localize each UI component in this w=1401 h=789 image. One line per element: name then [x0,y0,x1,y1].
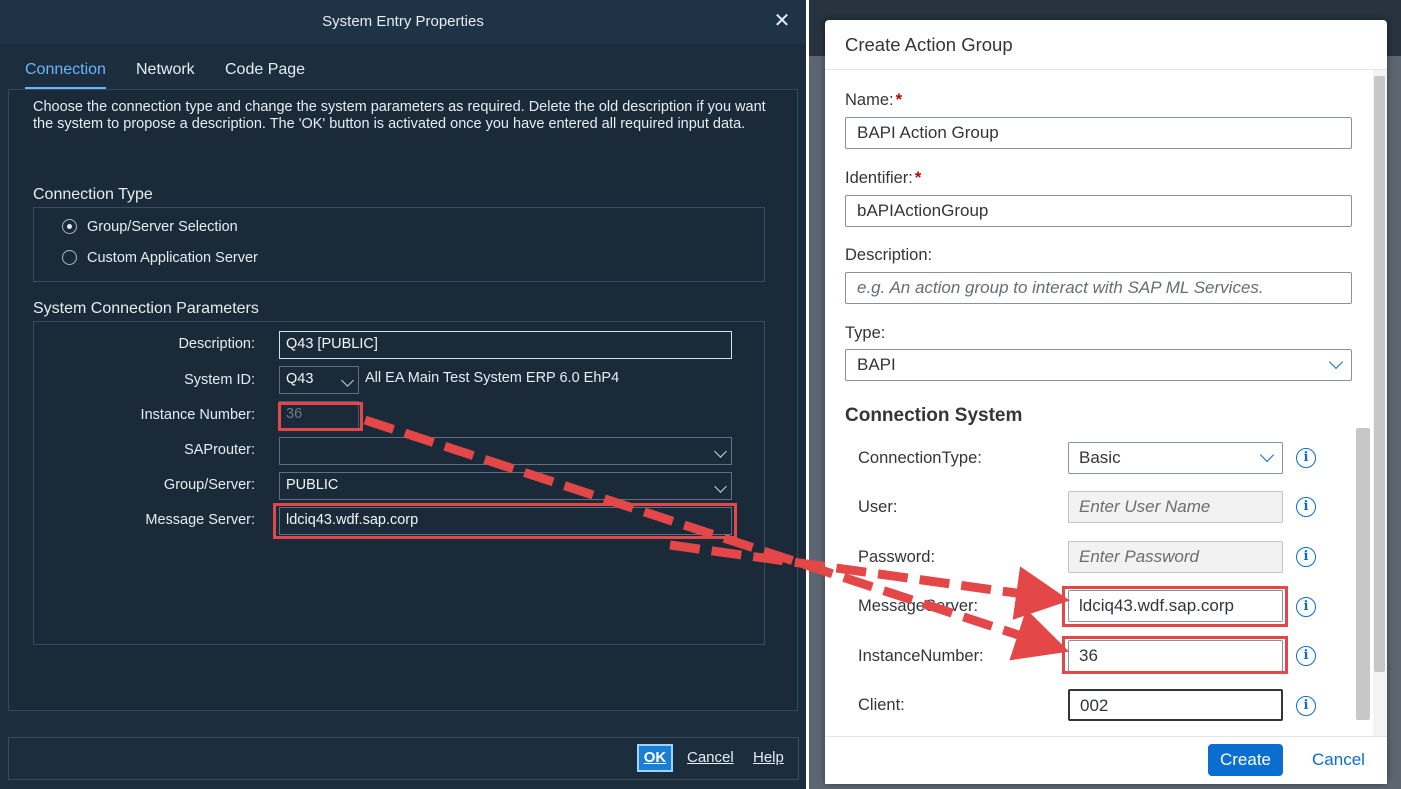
name-label: Name: * [845,91,903,109]
message-server-label: MessageServer: [858,597,979,615]
highlight-instance-number [278,402,363,431]
dialog-footer: OK Cancel Help [8,737,799,780]
chevron-down-icon [1259,447,1275,463]
type-label: Type: [845,324,886,342]
radio-unselected-icon[interactable] [62,250,77,265]
scrollbar-thumb[interactable] [1374,76,1385,672]
saprouter-label: SAProuter: [184,442,255,458]
system-id-value: Q43 [286,371,314,387]
connection-system-heading: Connection System [845,405,1023,426]
required-marker: * [895,91,903,109]
client-label: Client: [858,696,905,714]
description-label: Description: [178,336,255,352]
info-icon[interactable]: i [1296,646,1316,666]
cancel-button[interactable]: Cancel [687,749,734,766]
identifier-label: Identifier: * [845,169,922,187]
dialog-title: Create Action Group [845,34,1013,55]
connection-type-group: Group/Server Selection Custom Applicatio… [33,207,765,282]
create-action-group-dialog: Create Action Group Name: * BAPI Action G… [825,20,1387,784]
help-button[interactable]: Help [753,749,784,766]
connection-type-select[interactable]: Basic [1068,442,1283,474]
radio-selected-icon[interactable] [62,219,77,234]
chevron-down-icon [714,445,727,458]
message-server-label: Message Server: [145,512,255,528]
radio-label: Custom Application Server [87,250,258,266]
system-id-label: System ID: [184,372,255,388]
chevron-down-icon [1328,354,1344,370]
client-input[interactable]: 002 [1068,689,1283,721]
connection-type-value: Basic [1079,448,1121,467]
connection-tab-panel: Choose the connection type and change th… [8,89,798,711]
chevron-down-icon [341,374,354,387]
user-label: User: [858,498,898,516]
cancel-button[interactable]: Cancel [1306,744,1371,776]
dialog-footer: Create Cancel [825,736,1387,784]
password-input[interactable]: Enter Password [1068,541,1283,573]
type-value: BAPI [857,355,896,374]
chevron-down-icon [714,480,727,493]
connection-type-heading: Connection Type [33,186,153,203]
intro-text: Choose the connection type and change th… [33,99,766,132]
close-icon[interactable]: ✕ [772,10,792,32]
saprouter-select[interactable] [279,437,732,465]
header-divider [825,69,1387,70]
info-icon[interactable]: i [1296,497,1316,517]
dialog-title: System Entry Properties [0,0,806,44]
instance-number-label: Instance Number: [140,407,255,423]
tab-network[interactable]: Network [136,60,195,90]
description-label: Description: [845,246,933,264]
connection-type-label: ConnectionType: [858,449,982,467]
ok-button[interactable]: OK [637,744,673,772]
highlight-message-server [1062,586,1288,627]
create-button[interactable]: Create [1208,744,1283,776]
group-server-value: PUBLIC [286,477,339,493]
system-connection-parameters-heading: System Connection Parameters [33,300,259,317]
highlight-instance-number [1062,636,1288,674]
system-name-text: All EA Main Test System ERP 6.0 EhP4 [365,370,620,386]
description-field[interactable]: Q43 [PUBLIC] [279,331,732,359]
instance-number-label: InstanceNumber: [858,647,984,665]
name-input[interactable]: BAPI Action Group [845,117,1352,149]
tab-code-page[interactable]: Code Page [225,60,305,90]
system-entry-properties-dialog: System Entry Properties ✕ Connection Net… [0,0,806,789]
user-input[interactable]: Enter User Name [1068,491,1283,523]
password-label: Password: [858,548,936,566]
tab-connection[interactable]: Connection [25,60,106,90]
identifier-input[interactable]: bAPIActionGroup [845,195,1352,227]
info-icon[interactable]: i [1296,696,1316,716]
group-server-label: Group/Server: [163,477,255,493]
group-server-select[interactable]: PUBLIC [279,472,732,500]
info-icon[interactable]: i [1296,448,1316,468]
info-icon[interactable]: i [1296,547,1316,567]
info-icon[interactable]: i [1296,597,1316,617]
radio-label: Group/Server Selection [87,219,238,235]
inner-scrollbar-thumb[interactable] [1356,428,1370,720]
highlight-message-server [273,503,737,539]
required-marker: * [914,169,922,187]
type-select[interactable]: BAPI [845,349,1352,381]
system-id-select[interactable]: Q43 [279,366,359,394]
description-input[interactable]: e.g. An action group to interact with SA… [845,272,1352,304]
